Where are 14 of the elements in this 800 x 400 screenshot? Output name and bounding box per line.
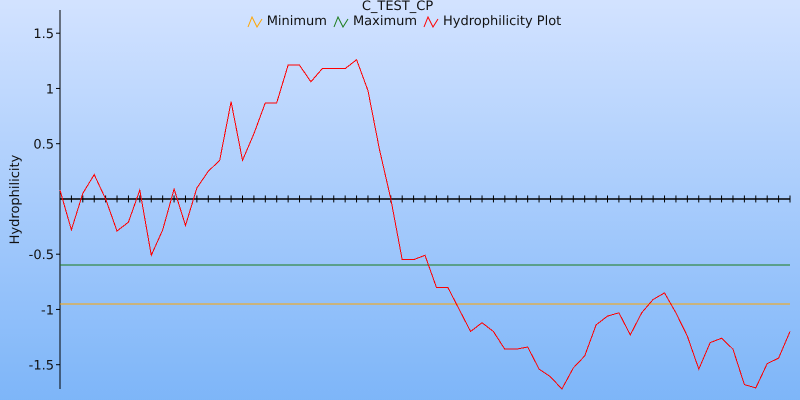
legend-line-icon (246, 16, 263, 28)
legend-label: Minimum (266, 14, 327, 30)
axis-tick-label: -0.5 (28, 248, 54, 264)
axis-tick-label: 1.5 (33, 27, 54, 42)
axis-tick-label: -1.5 (28, 358, 54, 374)
legend-line-icon (332, 16, 349, 28)
axis-tick-label: 0.5 (33, 138, 54, 153)
y-axis-label: Hydrophilicity (8, 154, 23, 244)
legend-label: Maximum (352, 14, 418, 30)
legend-line-icon (423, 16, 440, 28)
axis-tick-label: -1 (41, 303, 54, 318)
chart-title: C_TEST_CP (362, 0, 434, 14)
legend-label: Hydrophilicity Plot (443, 14, 562, 30)
axis-tick-label: 1 (46, 82, 54, 98)
